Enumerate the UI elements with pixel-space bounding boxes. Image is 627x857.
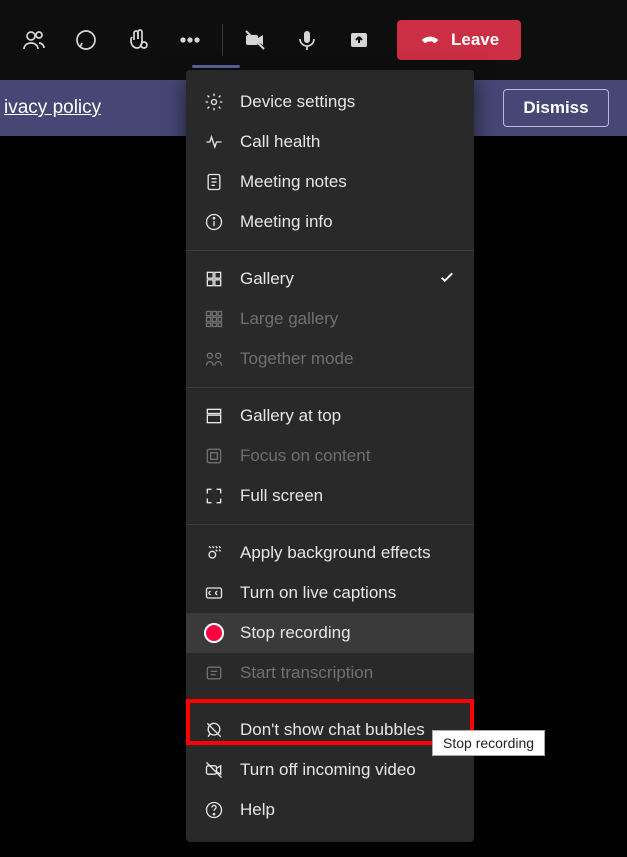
meeting-toolbar: Leave (0, 0, 627, 80)
leave-button[interactable]: Leave (397, 20, 521, 60)
camera-off-icon[interactable] (229, 14, 281, 66)
menu-label: Turn on live captions (240, 583, 396, 603)
menu-label: Device settings (240, 92, 355, 112)
together-icon (204, 349, 224, 369)
menu-item-turn-off-video[interactable]: Turn off incoming video (186, 750, 474, 790)
menu-item-help[interactable]: Help (186, 790, 474, 830)
info-icon (204, 212, 224, 232)
menu-item-meeting-notes[interactable]: Meeting notes (186, 162, 474, 202)
incoming-video-off-icon (204, 760, 224, 780)
people-icon[interactable] (8, 14, 60, 66)
menu-item-gallery[interactable]: Gallery (186, 259, 474, 299)
chat-bubbles-off-icon (204, 720, 224, 740)
grid-icon (204, 269, 224, 289)
tooltip: Stop recording (432, 730, 545, 756)
menu-label: Don't show chat bubbles (240, 720, 425, 740)
privacy-policy-link[interactable]: ivacy policy (4, 97, 101, 119)
chat-icon[interactable] (60, 14, 112, 66)
record-icon (204, 623, 224, 643)
menu-label: Gallery (240, 269, 294, 289)
pulse-icon (204, 132, 224, 152)
menu-item-live-captions[interactable]: Turn on live captions (186, 573, 474, 613)
background-effects-icon (204, 543, 224, 563)
dismiss-label: Dismiss (523, 98, 588, 118)
captions-icon (204, 583, 224, 603)
toolbar-separator (222, 24, 223, 56)
menu-label: Large gallery (240, 309, 338, 329)
menu-item-together-mode: Together mode (186, 339, 474, 379)
menu-separator (186, 524, 474, 525)
menu-item-stop-recording[interactable]: Stop recording (186, 613, 474, 653)
menu-item-call-health[interactable]: Call health (186, 122, 474, 162)
menu-item-meeting-info[interactable]: Meeting info (186, 202, 474, 242)
dismiss-button[interactable]: Dismiss (503, 89, 609, 127)
menu-label: Meeting info (240, 212, 333, 232)
menu-item-full-screen[interactable]: Full screen (186, 476, 474, 516)
more-actions-menu: Device settings Call health Meeting note… (186, 70, 474, 842)
menu-item-device-settings[interactable]: Device settings (186, 82, 474, 122)
notes-icon (204, 172, 224, 192)
menu-item-apply-background[interactable]: Apply background effects (186, 533, 474, 573)
large-grid-icon (204, 309, 224, 329)
microphone-icon[interactable] (281, 14, 333, 66)
share-screen-icon[interactable] (333, 14, 385, 66)
menu-label: Call health (240, 132, 320, 152)
menu-item-gallery-at-top[interactable]: Gallery at top (186, 396, 474, 436)
gallery-top-icon (204, 406, 224, 426)
menu-label: Focus on content (240, 446, 370, 466)
menu-label: Turn off incoming video (240, 760, 416, 780)
menu-label: Meeting notes (240, 172, 347, 192)
more-actions-icon[interactable] (164, 14, 216, 66)
menu-item-dont-show-chat[interactable]: Don't show chat bubbles (186, 710, 474, 750)
gear-icon (204, 92, 224, 112)
menu-label: Full screen (240, 486, 323, 506)
menu-separator (186, 250, 474, 251)
fullscreen-icon (204, 486, 224, 506)
menu-item-start-transcription: Start transcription (186, 653, 474, 693)
menu-separator (186, 387, 474, 388)
transcription-icon (204, 663, 224, 683)
menu-label: Help (240, 800, 275, 820)
menu-label: Gallery at top (240, 406, 341, 426)
raise-hand-icon[interactable] (112, 14, 164, 66)
leave-label: Leave (451, 30, 499, 50)
menu-label: Together mode (240, 349, 353, 369)
menu-item-large-gallery: Large gallery (186, 299, 474, 339)
menu-label: Start transcription (240, 663, 373, 683)
menu-label: Apply background effects (240, 543, 431, 563)
focus-icon (204, 446, 224, 466)
active-tab-indicator (192, 65, 240, 68)
menu-label: Stop recording (240, 623, 351, 643)
menu-item-focus-on-content: Focus on content (186, 436, 474, 476)
help-icon (204, 800, 224, 820)
hangup-icon (419, 29, 441, 51)
checkmark-icon (438, 268, 456, 291)
menu-separator (186, 701, 474, 702)
